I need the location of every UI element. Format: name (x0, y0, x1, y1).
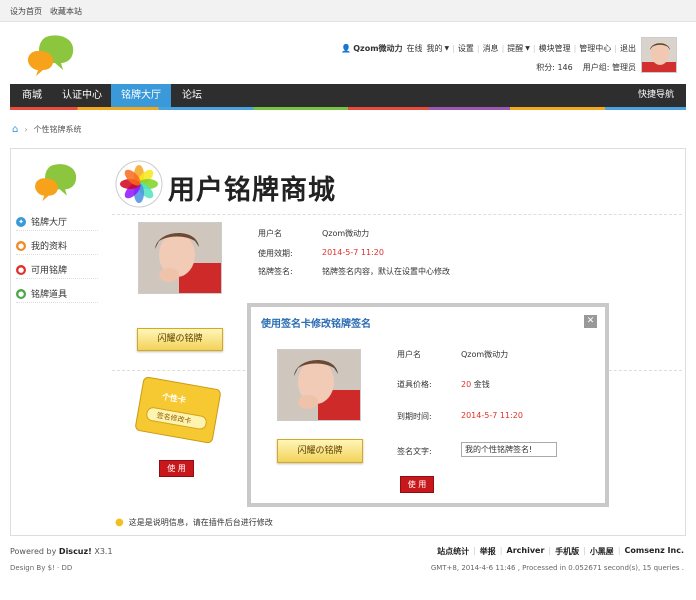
nav-item-mall[interactable]: 商城 (12, 84, 52, 107)
footer-link-mobile[interactable]: 手机版 (555, 546, 579, 557)
quick-nav-button[interactable]: 快捷导航 (628, 84, 684, 107)
online-status[interactable]: 在线 (407, 43, 423, 54)
profile-icon: ● (16, 240, 26, 251)
star-icon: ✦ (16, 216, 26, 227)
modal-badge-button[interactable]: 闪耀の铭牌 (277, 439, 363, 463)
sidebar-item-label: 铭牌道具 (31, 290, 68, 300)
modal-avatar (277, 349, 361, 421)
messages-link[interactable]: 消息 (483, 43, 499, 54)
footer-link-comsenz[interactable]: Comsenz Inc. (625, 546, 684, 557)
profile-avatar (138, 222, 222, 294)
avatar-image-icon (642, 38, 676, 72)
modal-username-value: Qzom微动力 (461, 350, 509, 359)
chevron-down-icon: ▼ (444, 44, 450, 52)
tip-text: 这是是说明信息，请在插件后台进行修改 (128, 518, 273, 527)
breadcrumb: ⌂ › 个性铭牌系统 (12, 124, 82, 135)
footer-link-stats[interactable]: 站点统计 (437, 546, 469, 557)
site-logo-icon[interactable] (26, 33, 76, 77)
set-home-link[interactable]: 设为首页 (10, 6, 42, 17)
powered-prefix: Powered by (10, 547, 59, 556)
bookmark-link[interactable]: 收藏本站 (50, 6, 82, 17)
expire-value: 2014-5-7 11:20 (322, 248, 384, 257)
user-bar: 👤 Qzom微动力 在线 我的 ▼ | 设置 | 消息 | 提醒 ▼ | 模块管… (341, 43, 636, 54)
sidebar-item-label: 铭牌大厅 (31, 218, 68, 228)
modal-expire-value: 2014-5-7 11:20 (461, 411, 523, 420)
modal-expire-label: 到期时间: (397, 412, 432, 421)
module-admin-link[interactable]: 模块管理 (539, 43, 571, 54)
footer-link-archiver[interactable]: Archiver (507, 546, 545, 557)
avatar-image-icon (278, 350, 360, 420)
sidebar-item-badge-props[interactable]: ● 铭牌道具 (16, 285, 98, 303)
avatar[interactable] (641, 37, 677, 73)
sidebar-item-label: 我的资料 (31, 242, 68, 252)
close-icon[interactable]: ✕ (584, 315, 597, 328)
tip: ● 这是是说明信息，请在插件后台进行修改 (115, 517, 273, 528)
sign-text-input[interactable] (461, 442, 557, 457)
sidebar-item-available-badges[interactable]: ● 可用铭牌 (16, 261, 98, 279)
modal-use-button[interactable]: 使 用 (400, 476, 434, 493)
settings-link[interactable]: 设置 (458, 43, 474, 54)
photos-flower-icon (115, 160, 163, 208)
user-stats: 积分: 146 用户组: 管理员 (536, 62, 636, 73)
chevron-right-icon: › (24, 125, 28, 134)
user-group-link[interactable]: 用户组: 管理员 (583, 62, 636, 73)
user-icon: 👤 (341, 43, 352, 53)
footer-link-blackroom[interactable]: 小黑屋 (590, 546, 614, 557)
modal-body: 使用签名卡修改铭牌签名 ✕ 用户名 Qzom微动力 道具价格: 20 金钱 到期… (251, 307, 605, 503)
modal-price-label: 道具价格: (397, 380, 432, 389)
footer-links: 站点统计 | 举报 | Archiver | 手机版 | 小黑屋 | Comsenz In… (437, 546, 684, 557)
logout-link[interactable]: 退出 (620, 43, 636, 54)
nav-item-badge-hall[interactable]: 铭牌大厅 (111, 84, 171, 107)
modal-username-label: 用户名 (397, 350, 421, 359)
username-label: 用户名 (258, 229, 282, 238)
divider (112, 214, 682, 215)
sidebar-item-label: 可用铭牌 (31, 266, 68, 276)
sign-label: 铭牌签名: (258, 267, 293, 276)
username-link[interactable]: Qzom微动力 (353, 43, 402, 54)
modal-price-value: 20 (461, 380, 472, 389)
use-card-button[interactable]: 使 用 (159, 460, 194, 477)
sidebar-item-badge-hall[interactable]: ✦ 铭牌大厅 (16, 213, 98, 231)
discuz-link[interactable]: Discuz! (59, 547, 92, 556)
nav-item-forum[interactable]: 论坛 (172, 84, 212, 107)
lightbulb-icon: ● (115, 517, 124, 528)
modal-price: 20 金钱 (461, 379, 490, 390)
sign-value: 铭牌签名内容，默认在设置中心修改 (322, 267, 450, 276)
footer-stats: GMT+8, 2014-4-6 11:46 , Processed in 0.0… (430, 564, 684, 572)
sidebar-logo-icon (35, 164, 77, 202)
expire-label: 使用效期: (258, 249, 293, 258)
top-bar: 设为首页 收藏本站 (0, 0, 696, 22)
modal-price-unit: 金钱 (473, 380, 490, 389)
powered-version: X3.1 (91, 547, 113, 556)
username-value: Qzom微动力 (322, 229, 370, 238)
footer-link-report[interactable]: 举报 (480, 546, 496, 557)
home-icon[interactable]: ⌂ (12, 124, 18, 135)
avatar-image-icon (139, 223, 221, 293)
badge-button[interactable]: 闪耀の铭牌 (137, 328, 223, 351)
powered-by: Powered by Discuz! X3.1 (10, 547, 113, 556)
mine-menu[interactable]: 我的 (427, 43, 443, 54)
prop-icon: ● (16, 288, 26, 299)
points-link[interactable]: 积分: 146 (536, 62, 573, 73)
reminders-link[interactable]: 提醒 (507, 43, 523, 54)
admin-center-link[interactable]: 管理中心 (579, 43, 611, 54)
modal-sign-label: 签名文字: (397, 447, 432, 456)
nav-color-stripe (10, 107, 686, 110)
nav-item-auth-center[interactable]: 认证中心 (52, 84, 112, 107)
chevron-down-icon: ▼ (525, 44, 530, 52)
modal-dialog: 使用签名卡修改铭牌签名 ✕ 用户名 Qzom微动力 道具价格: 20 金钱 到期… (247, 303, 609, 507)
badge-icon: ● (16, 264, 26, 275)
design-credit: Design By $! · DD (10, 564, 73, 572)
sidebar-item-my-profile[interactable]: ● 我的资料 (16, 237, 98, 255)
breadcrumb-current[interactable]: 个性铭牌系统 (34, 124, 82, 135)
main-nav: 商城 认证中心 铭牌大厅 论坛 快捷导航 (10, 84, 686, 107)
page-title: 用户铭牌商城 (168, 175, 336, 206)
modal-title: 使用签名卡修改铭牌签名 (261, 319, 371, 330)
